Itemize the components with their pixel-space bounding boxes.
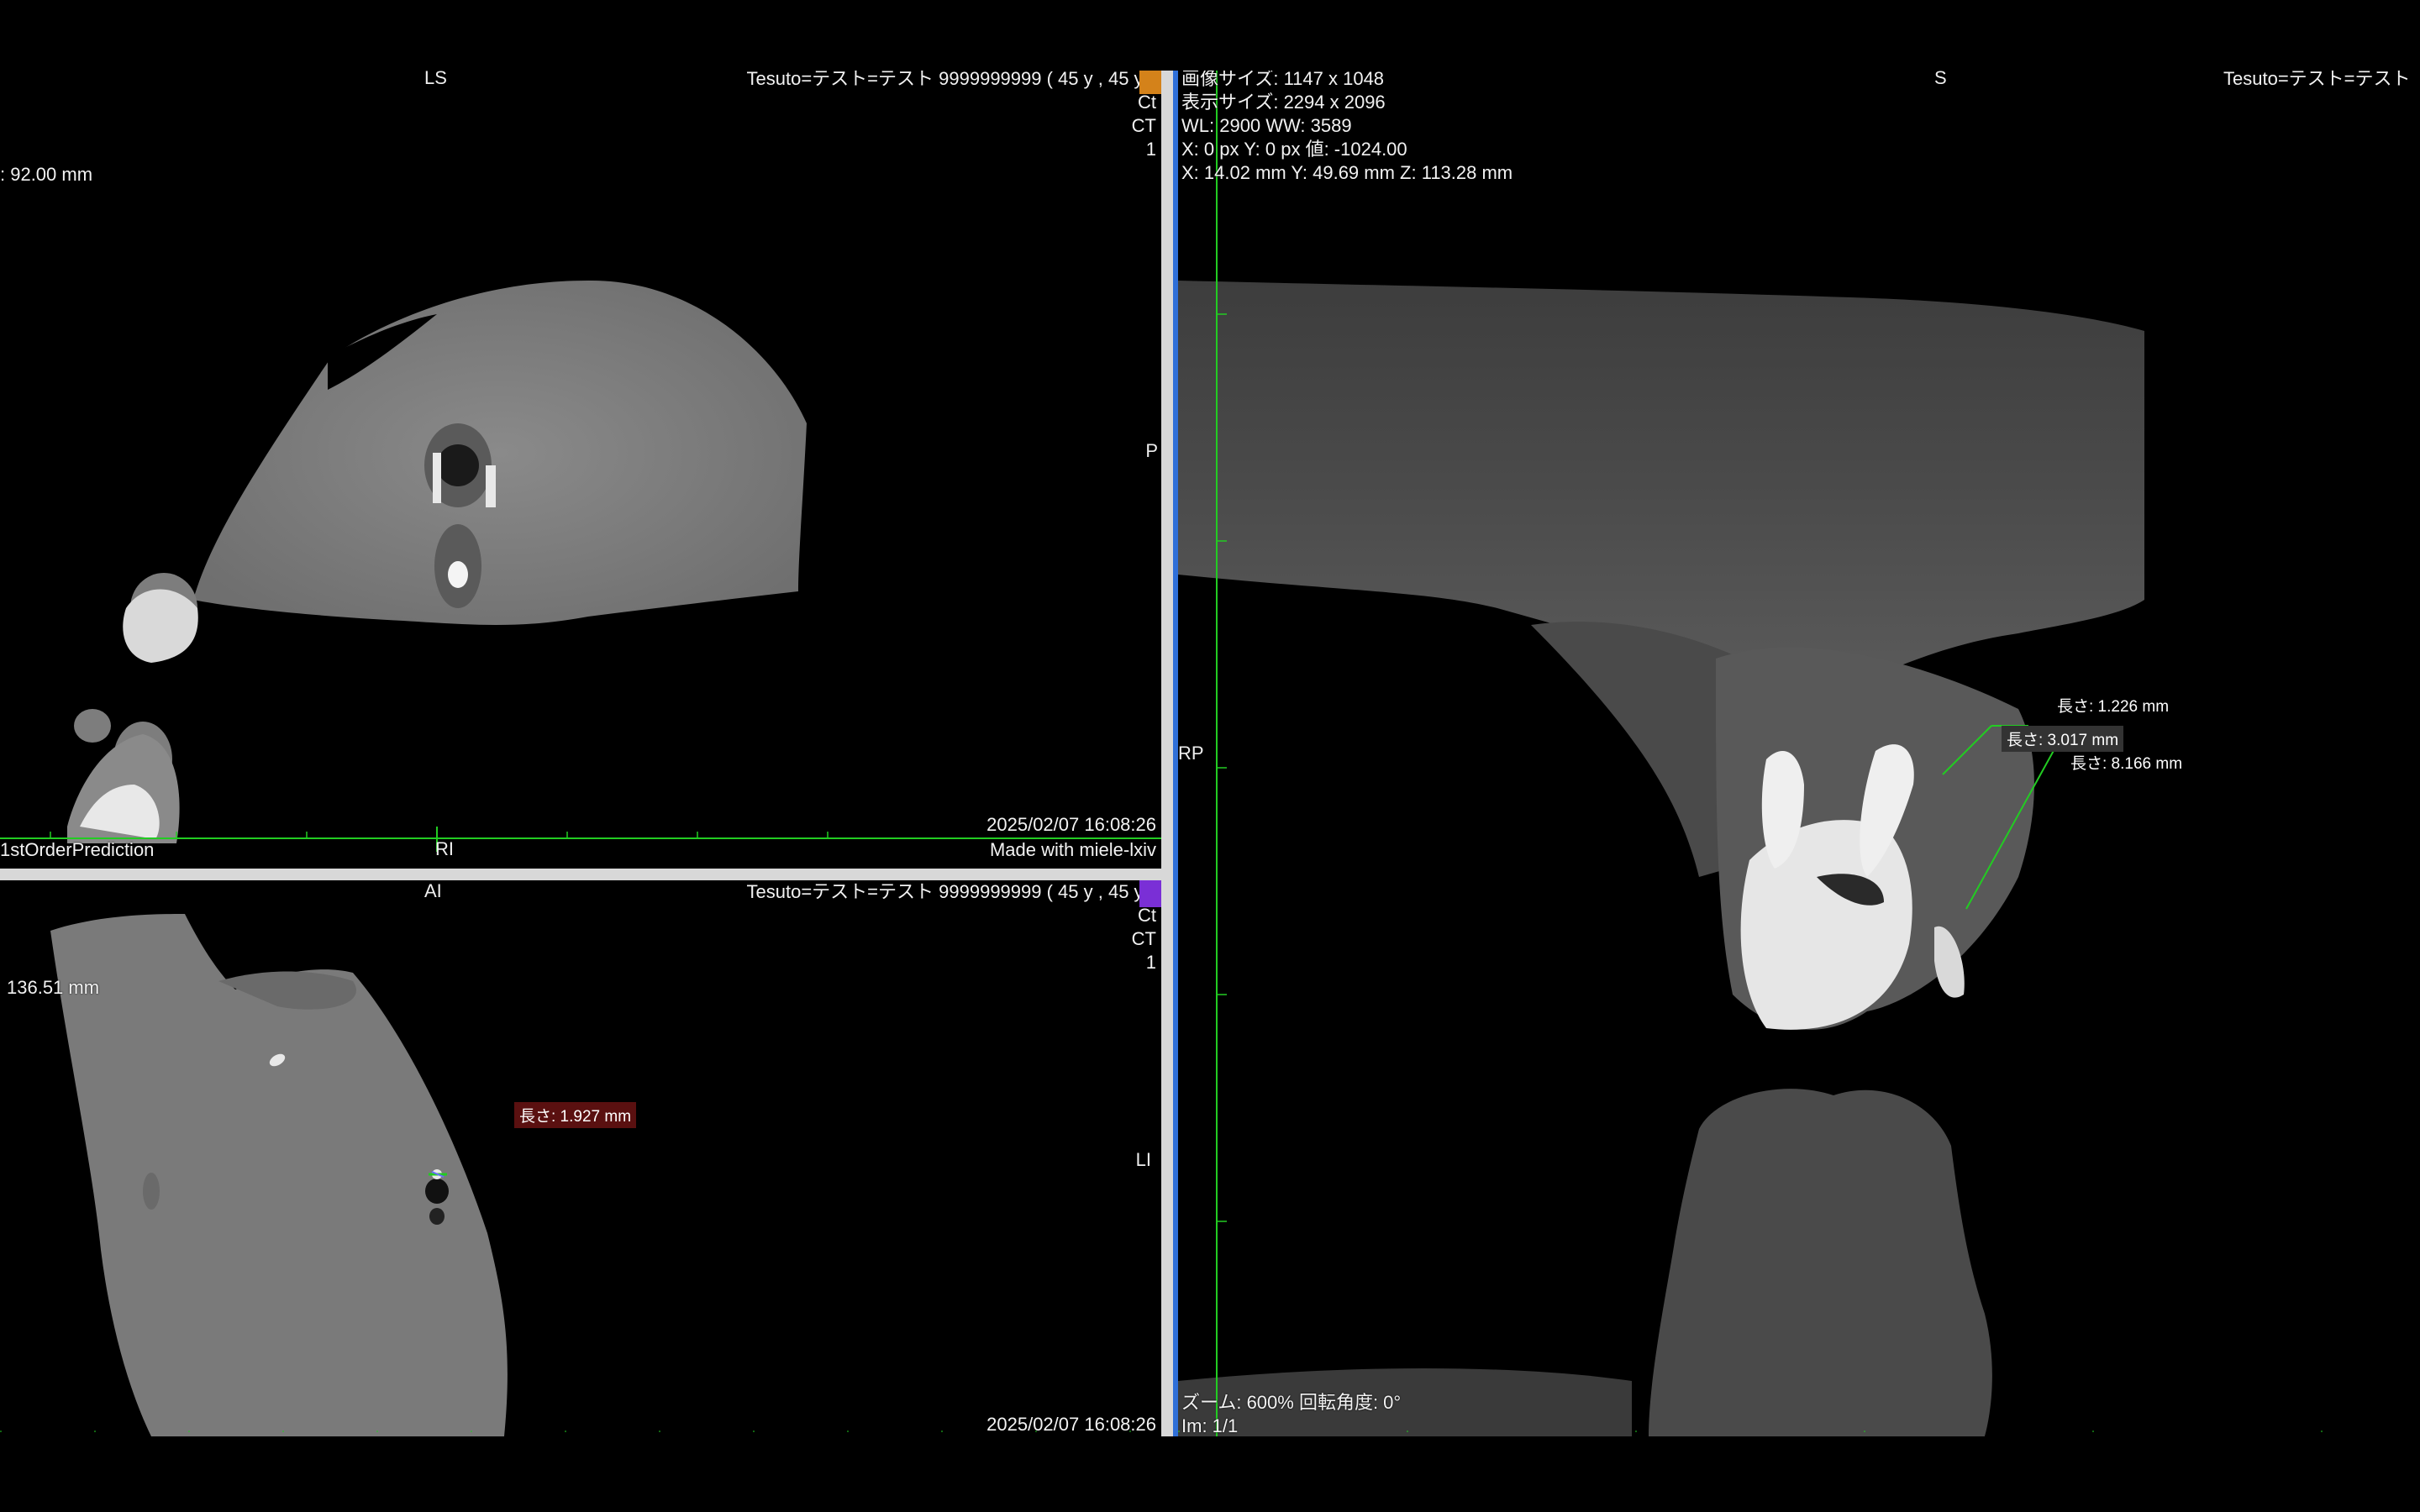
patient-info: Tesuto=テスト=テスト 9999999999 ( 45 y , 45 y … xyxy=(746,71,1155,89)
timestamp: 2025/02/07 16:08:26 xyxy=(986,814,1156,835)
slice-position: 136.51 mm xyxy=(7,977,100,998)
patient-info: Tesuto=テスト=テスト xyxy=(2223,71,2411,89)
orientation-top: LS xyxy=(424,71,447,88)
measurement-label[interactable]: 長さ: 1.927 mm xyxy=(514,1102,637,1128)
pixel-value: X: 0 px Y: 0 px 値: -1024.00 xyxy=(1181,139,1407,160)
modality-line-3: 1 xyxy=(1145,952,1156,973)
modality-line-1: Ct xyxy=(1138,92,1156,113)
image-index: Im: 1/1 xyxy=(1181,1415,1239,1436)
made-with-label: Made with miele-lxiv xyxy=(989,839,1156,860)
slice-position: : 92.00 mm xyxy=(0,164,93,185)
window-level: WL: 2900 WW: 3589 xyxy=(1181,115,1352,136)
orientation-right: P xyxy=(1145,440,1158,461)
measurement-label-1[interactable]: 長さ: 1.226 mm xyxy=(2052,692,2174,718)
measurement-label-3[interactable]: 長さ: 8.166 mm xyxy=(2065,749,2187,775)
modality-line-1: Ct xyxy=(1138,905,1156,926)
sagittal-ct-image xyxy=(0,280,1161,852)
timestamp: 2025/02/07 16:08:26 xyxy=(986,1414,1156,1435)
plugin-label: 1stOrderPrediction xyxy=(0,839,155,860)
viewport-splitter-horizontal[interactable] xyxy=(0,869,1161,880)
mm-coordinates: X: 14.02 mm Y: 49.69 mm Z: 113.28 mm xyxy=(1181,162,1513,183)
viewport-splitter-vertical[interactable] xyxy=(1161,71,1173,1436)
modality-line-2: CT xyxy=(1131,115,1156,136)
bottom-left-viewport[interactable]: AI Tesuto=テスト=テスト 9999999999 ( 45 y , 45… xyxy=(0,880,1161,1436)
orientation-right: LI xyxy=(1135,1149,1151,1170)
modality-line-2: CT xyxy=(1131,928,1156,949)
patient-info: Tesuto=テスト=テスト 9999999999 ( 45 y , 45 y … xyxy=(746,881,1155,902)
right-viewport[interactable]: 画像サイズ: 1147 x 1048 表示サイズ: 2294 x 2096 WL… xyxy=(1178,71,2420,1436)
zoom-rotation: ズーム: 600% 回転角度: 0° xyxy=(1181,1392,1402,1413)
modality-line-3: 1 xyxy=(1145,139,1156,160)
orientation-left: RP xyxy=(1178,743,1204,764)
display-size: 表示サイズ: 2294 x 2096 xyxy=(1181,92,1386,113)
orientation-bottom: RI xyxy=(435,838,454,859)
orientation-top: S xyxy=(1934,71,1947,88)
top-left-viewport[interactable]: LS Tesuto=テスト=テスト 9999999999 ( 45 y , 45… xyxy=(0,71,1161,869)
measurement-label-2[interactable]: 長さ: 3.017 mm xyxy=(2002,726,2124,752)
axial-ct-image xyxy=(0,914,1161,1436)
image-size: 画像サイズ: 1147 x 1048 xyxy=(1181,71,1385,89)
coronal-ct-image xyxy=(1178,71,2420,1436)
orientation-top: AI xyxy=(424,880,442,901)
